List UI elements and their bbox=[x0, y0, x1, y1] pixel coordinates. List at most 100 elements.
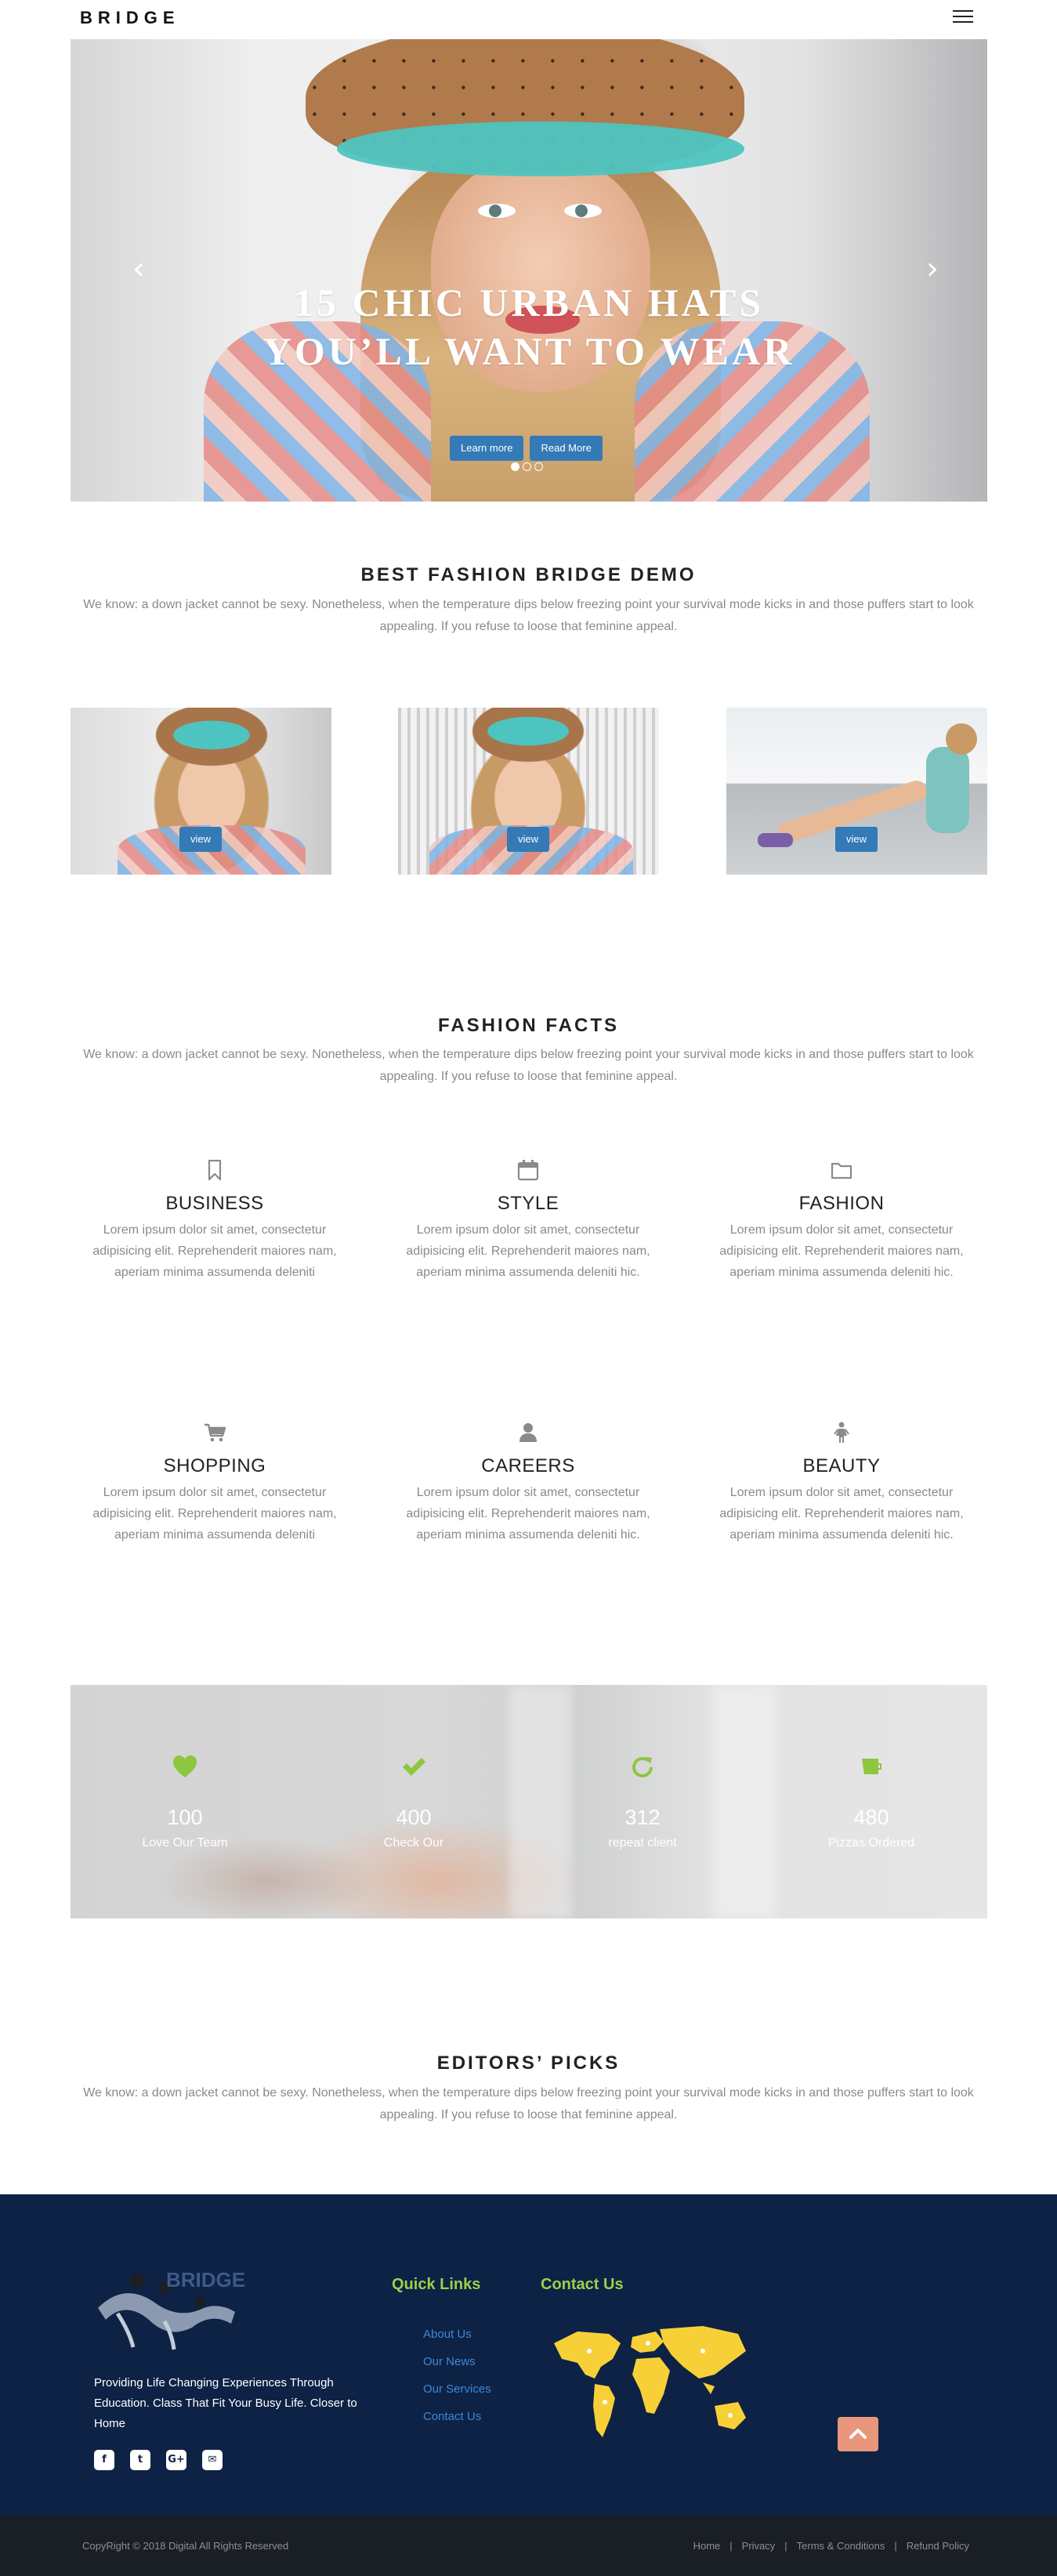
feature-style: STYLE Lorem ipsum dolor sit amet, consec… bbox=[387, 1158, 669, 1283]
feature-text: Lorem ipsum dolor sit amet, consectetur … bbox=[92, 1486, 337, 1542]
editors-title: EDITORS’ PICKS bbox=[436, 2052, 621, 2074]
feature-careers: CAREERS Lorem ipsum dolor sit amet, cons… bbox=[387, 1421, 669, 1545]
facebook-icon[interactable]: f bbox=[94, 2450, 114, 2470]
learn-more-button[interactable]: Learn more bbox=[450, 436, 524, 461]
feature-title: BEAUTY bbox=[802, 1455, 881, 1476]
feature-title: STYLE bbox=[497, 1193, 559, 1214]
feature-text: Lorem ipsum dolor sit amet, consectetur … bbox=[719, 1223, 964, 1279]
link-separator: | bbox=[894, 2540, 897, 2552]
gallery-image-shoe bbox=[758, 833, 793, 847]
copyright-text: CopyRight © 2018 Digital All Rights Rese… bbox=[82, 2540, 289, 2552]
quick-link-services[interactable]: Our Services bbox=[423, 2382, 491, 2410]
quick-link-news[interactable]: Our News bbox=[423, 2355, 491, 2382]
bottom-bar: CopyRight © 2018 Digital All Rights Rese… bbox=[0, 2516, 1057, 2576]
stat-value: 100 bbox=[167, 1806, 203, 1829]
quick-links-heading: Quick Links bbox=[392, 2276, 481, 2293]
check-icon bbox=[403, 1758, 425, 1776]
stat-value: 312 bbox=[624, 1806, 661, 1829]
chevron-left-icon[interactable]: ‹ bbox=[127, 253, 150, 284]
user-icon bbox=[519, 1423, 537, 1442]
bottom-link-privacy[interactable]: Privacy bbox=[742, 2540, 776, 2552]
link-separator: | bbox=[784, 2540, 787, 2552]
bottom-link-terms[interactable]: Terms & Conditions bbox=[797, 2540, 885, 2552]
editors-description: We know: a down jacket cannot be sexy. N… bbox=[83, 2086, 974, 2121]
stat-item: 100 Love Our Team bbox=[107, 1754, 263, 1850]
coffee-cup-icon bbox=[862, 1759, 881, 1774]
feature-text: Lorem ipsum dolor sit amet, consectetur … bbox=[719, 1486, 964, 1542]
bottom-link-home[interactable]: Home bbox=[693, 2540, 721, 2552]
hero-carousel: ‹ › 15 CHIC URBAN HATS YOU’LL WANT TO WE… bbox=[71, 39, 987, 502]
stat-label: repeat client bbox=[608, 1836, 677, 1850]
feature-fashion: FASHION Lorem ipsum dolor sit amet, cons… bbox=[700, 1158, 983, 1283]
chevron-right-icon[interactable]: › bbox=[921, 253, 944, 284]
folder-icon bbox=[831, 1162, 852, 1179]
view-button[interactable]: view bbox=[506, 827, 550, 852]
feature-title: BUSINESS bbox=[165, 1193, 264, 1214]
stat-item: 400 Check Our bbox=[335, 1754, 492, 1850]
scroll-to-top-button[interactable] bbox=[838, 2417, 878, 2451]
footer-logo-text: BRIDGE bbox=[166, 2268, 245, 2292]
hero-image-eye bbox=[478, 204, 516, 218]
google-plus-icon[interactable]: G+ bbox=[166, 2450, 186, 2470]
stats-banner: 100 Love Our Team 400 Check Our 312 repe… bbox=[71, 1685, 987, 1918]
intro-title: BEST FASHION BRIDGE DEMO bbox=[360, 564, 697, 585]
feature-title: FASHION bbox=[798, 1193, 885, 1214]
bottom-link-refund[interactable]: Refund Policy bbox=[907, 2540, 969, 2552]
bottom-links: Home | Privacy | Terms & Conditions | Re… bbox=[693, 2540, 969, 2552]
hero-buttons: Learn more Read More bbox=[450, 436, 603, 461]
quick-link-about[interactable]: About Us bbox=[423, 2328, 491, 2355]
facts-description: We know: a down jacket cannot be sexy. N… bbox=[83, 1048, 974, 1083]
hero-title: 15 CHIC URBAN HATS YOU’LL WANT TO WEAR bbox=[262, 281, 795, 373]
refresh-icon bbox=[632, 1757, 653, 1777]
twitter-icon[interactable]: t bbox=[130, 2450, 150, 2470]
read-more-button[interactable]: Read More bbox=[530, 436, 603, 461]
feature-shopping: SHOPPING Lorem ipsum dolor sit amet, con… bbox=[74, 1421, 356, 1545]
heart-icon bbox=[173, 1755, 197, 1777]
feature-text: Lorem ipsum dolor sit amet, consectetur … bbox=[406, 1486, 650, 1542]
stat-label: Check Our bbox=[383, 1836, 444, 1850]
stat-label: Love Our Team bbox=[142, 1836, 228, 1850]
shopping-cart-icon bbox=[205, 1423, 226, 1442]
stat-label: Pizzas Ordered bbox=[827, 1836, 915, 1850]
hamburger-menu-icon[interactable] bbox=[953, 6, 973, 25]
feature-title: CAREERS bbox=[481, 1455, 575, 1476]
footer-logo[interactable]: BRIDGE bbox=[94, 2265, 251, 2351]
background-stripe bbox=[509, 1685, 572, 1918]
link-separator: | bbox=[729, 2540, 733, 2552]
feature-text: Lorem ipsum dolor sit amet, consectetur … bbox=[406, 1223, 650, 1279]
site-footer: BRIDGE Providing Life Changing Experienc… bbox=[0, 2194, 1057, 2516]
facts-title: FASHION FACTS bbox=[437, 1015, 619, 1036]
gallery-item[interactable]: view bbox=[71, 708, 331, 875]
carousel-dot[interactable] bbox=[523, 462, 531, 471]
site-logo[interactable]: BRIDGE bbox=[80, 8, 180, 28]
site-header: BRIDGE bbox=[0, 0, 1057, 39]
view-button[interactable]: view bbox=[179, 827, 223, 852]
quick-links-list: About Us Our News Our Services Contact U… bbox=[423, 2328, 491, 2437]
stat-value: 480 bbox=[853, 1806, 889, 1829]
intro-description: We know: a down jacket cannot be sexy. N… bbox=[83, 598, 974, 633]
footer-about: Providing Life Changing Experiences Thro… bbox=[94, 2376, 357, 2430]
chevron-up-icon bbox=[849, 2429, 867, 2439]
contact-heading: Contact Us bbox=[541, 2276, 624, 2293]
stat-item: 480 Pizzas Ordered bbox=[793, 1754, 950, 1850]
envelope-icon[interactable]: ✉ bbox=[202, 2450, 223, 2470]
feature-business: BUSINESS Lorem ipsum dolor sit amet, con… bbox=[74, 1158, 356, 1283]
feature-text: Lorem ipsum dolor sit amet, consectetur … bbox=[92, 1223, 337, 1279]
carousel-dot[interactable] bbox=[534, 462, 543, 471]
bookmark-icon bbox=[208, 1159, 222, 1181]
gallery-item[interactable]: view bbox=[726, 708, 987, 875]
calendar-icon bbox=[517, 1160, 539, 1181]
gallery-image-head bbox=[946, 723, 977, 755]
quick-link-contact[interactable]: Contact Us bbox=[423, 2410, 491, 2437]
feature-title: SHOPPING bbox=[163, 1455, 266, 1476]
stat-item: 312 repeat client bbox=[564, 1754, 721, 1850]
carousel-dot[interactable] bbox=[511, 462, 519, 471]
stat-value: 400 bbox=[396, 1806, 432, 1829]
female-icon bbox=[834, 1422, 849, 1443]
gallery-item[interactable]: view bbox=[398, 708, 659, 875]
gallery-image-body bbox=[926, 747, 969, 833]
carousel-indicators bbox=[511, 462, 543, 471]
feature-beauty: BEAUTY Lorem ipsum dolor sit amet, conse… bbox=[700, 1421, 983, 1545]
view-button[interactable]: view bbox=[834, 827, 878, 852]
world-map bbox=[554, 2326, 746, 2437]
